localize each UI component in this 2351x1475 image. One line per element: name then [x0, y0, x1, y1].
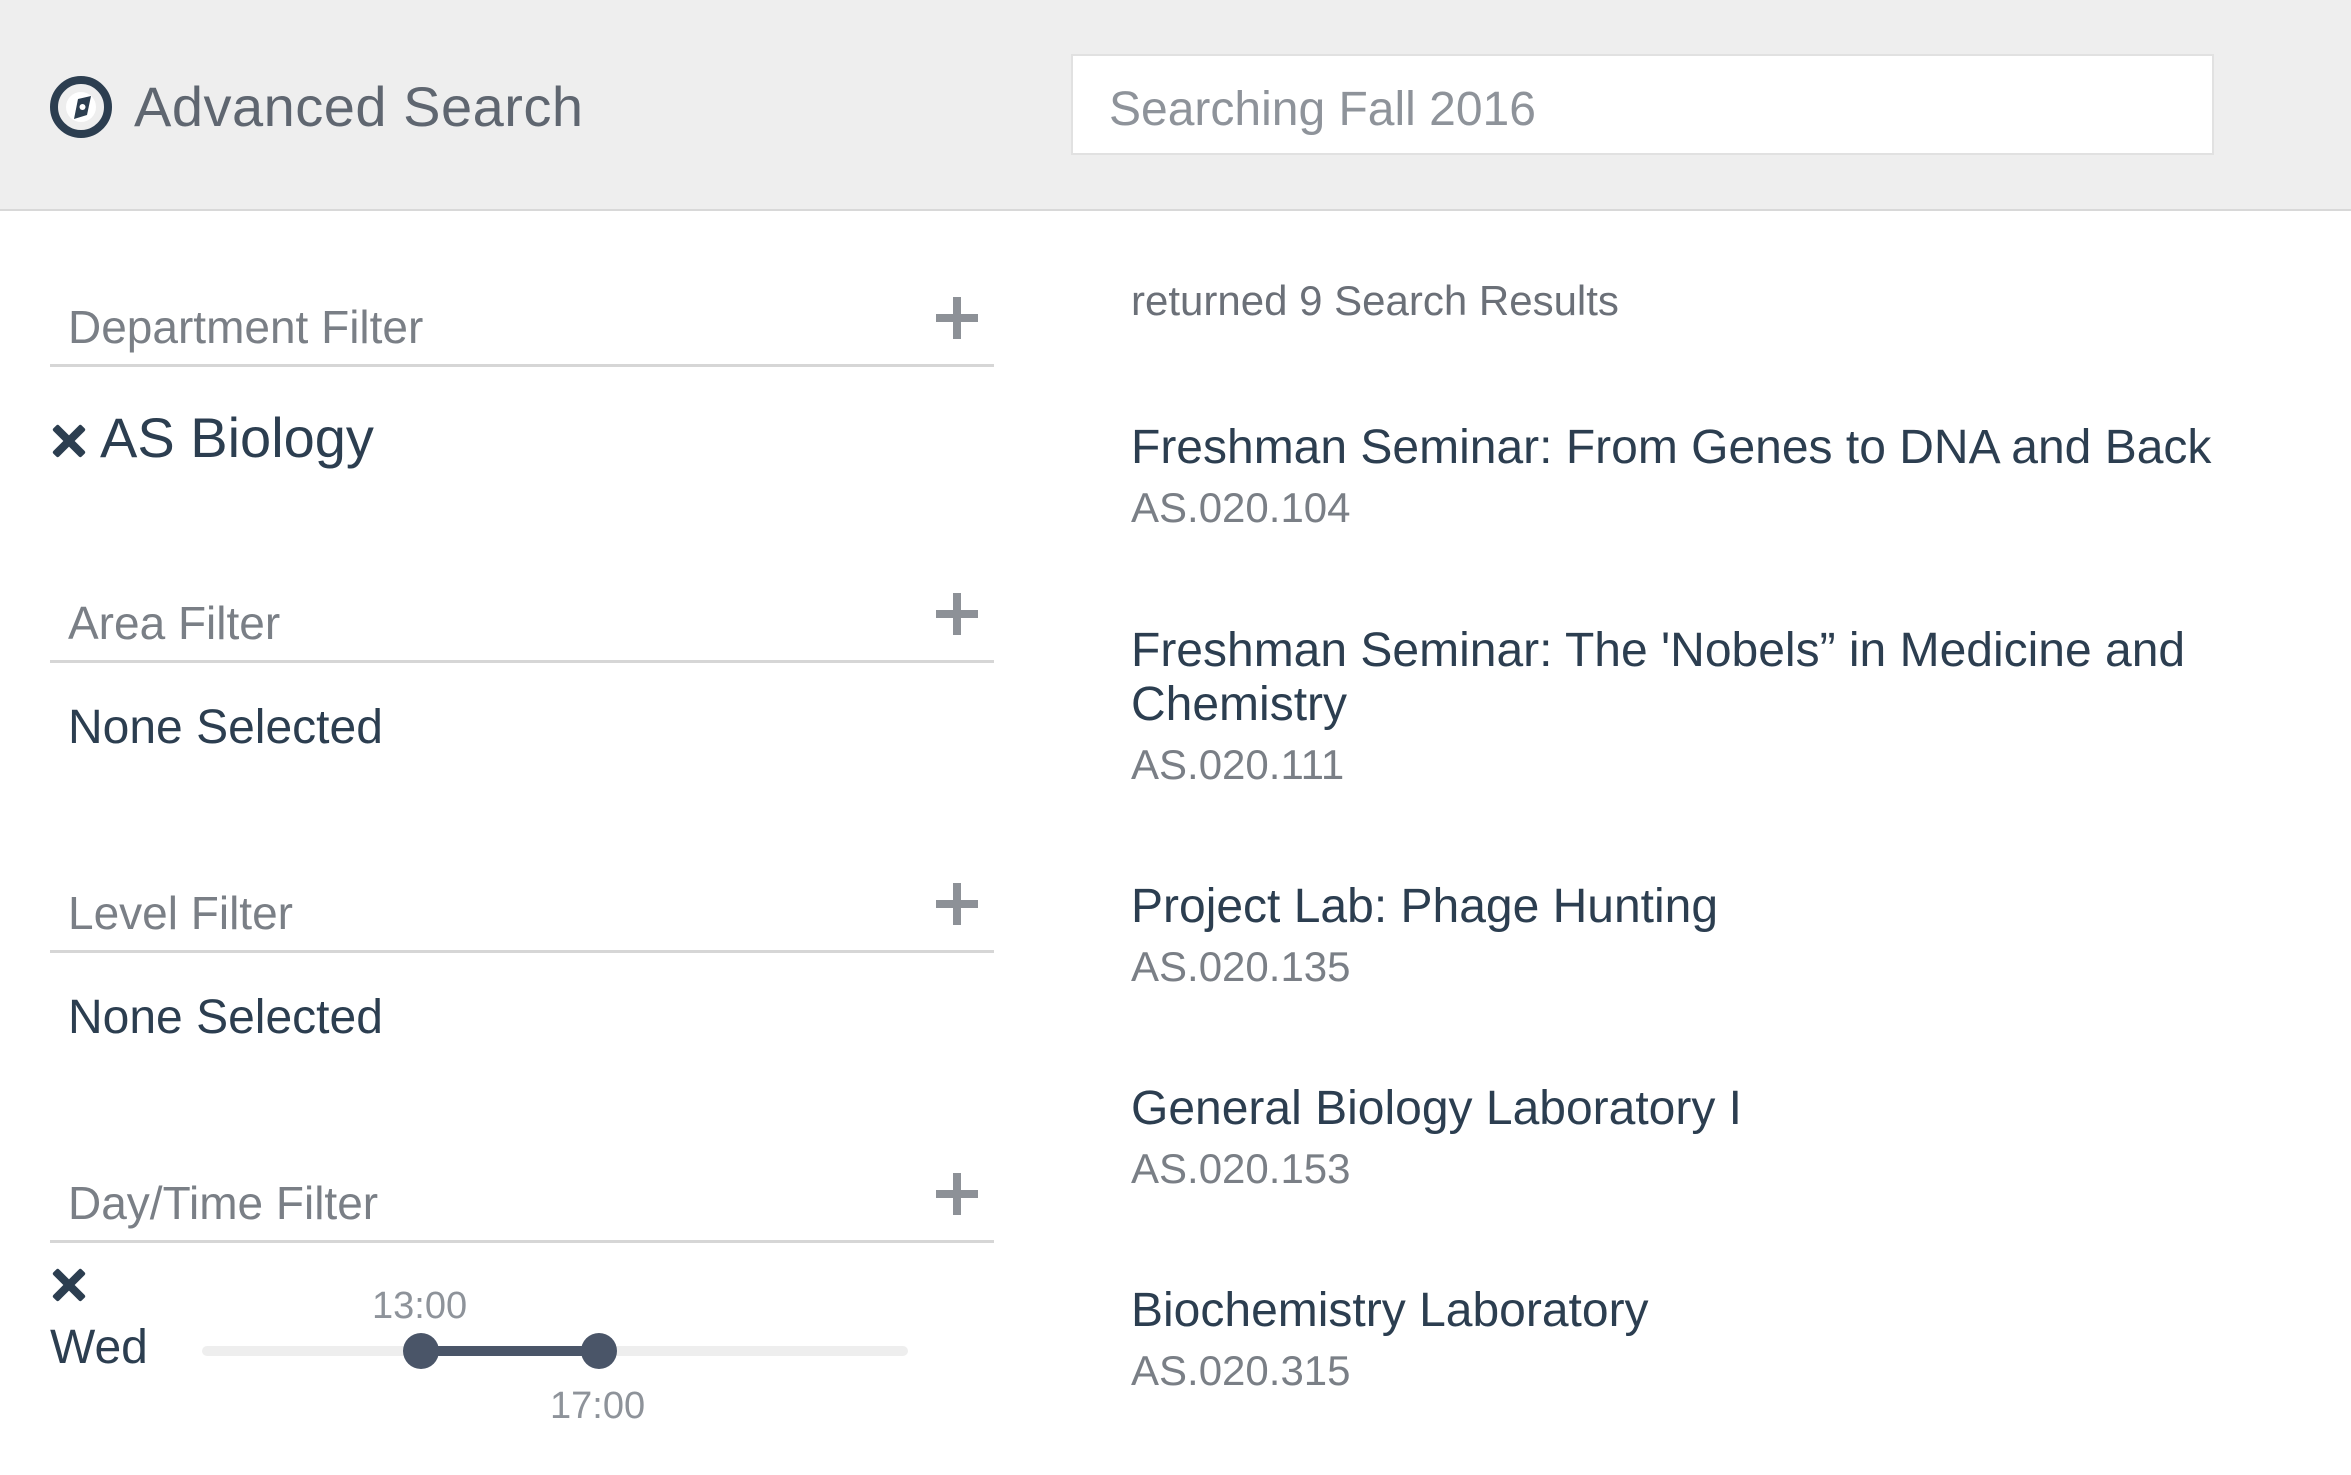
result-code: AS.020.111 — [1131, 741, 1345, 788]
result-title[interactable]: Project Lab: Phage Hunting — [1131, 880, 2241, 934]
end-time-label: 17:00 — [550, 1385, 646, 1427]
area-filter-header: Area Filter — [50, 593, 994, 663]
daytime-filter-header: Day/Time Filter — [50, 1173, 994, 1243]
start-time-label: 13:00 — [372, 1285, 468, 1327]
compass-icon[interactable] — [48, 74, 114, 140]
add-department-plus-icon[interactable] — [936, 297, 978, 339]
result-item[interactable]: Freshman Seminar: The 'Nobels” in Medici… — [1131, 624, 2241, 790]
result-title[interactable]: General Biology Laboratory I — [1131, 1082, 2241, 1136]
remove-daytime-x-icon[interactable] — [52, 1268, 86, 1302]
end-time-handle[interactable] — [581, 1333, 617, 1369]
result-code: AS.020.153 — [1131, 1145, 1351, 1192]
department-filter-header: Department Filter — [50, 297, 994, 367]
daytime-filter-label: Day/Time Filter — [68, 1177, 379, 1229]
result-title[interactable]: Biochemistry Laboratory — [1131, 1284, 2241, 1338]
header-bar: Advanced Search Searching Fall 2016 — [0, 0, 2351, 211]
result-title[interactable]: Freshman Seminar: From Genes to DNA and … — [1131, 421, 2241, 475]
result-item[interactable]: Biochemistry Laboratory AS.020.315 — [1131, 1284, 2241, 1396]
day-label: Wed — [50, 1321, 148, 1374]
result-title[interactable]: Freshman Seminar: The 'Nobels” in Medici… — [1131, 624, 2241, 732]
remove-department-x-icon[interactable] — [52, 424, 86, 458]
result-item[interactable]: General Biology Laboratory I AS.020.153 — [1131, 1082, 2241, 1194]
level-filter-label: Level Filter — [68, 887, 293, 939]
search-placeholder: Searching Fall 2016 — [1109, 83, 1536, 136]
results-summary: returned 9 Search Results — [1131, 277, 1619, 324]
add-level-plus-icon[interactable] — [936, 883, 978, 925]
start-time-handle[interactable] — [403, 1333, 439, 1369]
add-area-plus-icon[interactable] — [936, 593, 978, 635]
search-input[interactable]: Searching Fall 2016 — [1071, 54, 2214, 155]
area-selected: None Selected — [68, 701, 383, 754]
page-title: Advanced Search — [134, 75, 584, 138]
area-filter-label: Area Filter — [68, 597, 281, 649]
add-daytime-plus-icon[interactable] — [936, 1173, 978, 1215]
level-selected: None Selected — [68, 991, 383, 1044]
result-code: AS.020.104 — [1131, 484, 1351, 531]
result-code: AS.020.135 — [1131, 943, 1351, 990]
result-item[interactable]: Freshman Seminar: From Genes to DNA and … — [1131, 421, 2241, 533]
result-item[interactable]: Project Lab: Phage Hunting AS.020.135 — [1131, 880, 2241, 992]
level-filter-header: Level Filter — [50, 883, 994, 953]
time-slider-range — [421, 1346, 599, 1356]
department-filter-label: Department Filter — [68, 301, 424, 353]
result-code: AS.020.315 — [1131, 1347, 1351, 1394]
department-selected: AS Biology — [100, 406, 374, 469]
